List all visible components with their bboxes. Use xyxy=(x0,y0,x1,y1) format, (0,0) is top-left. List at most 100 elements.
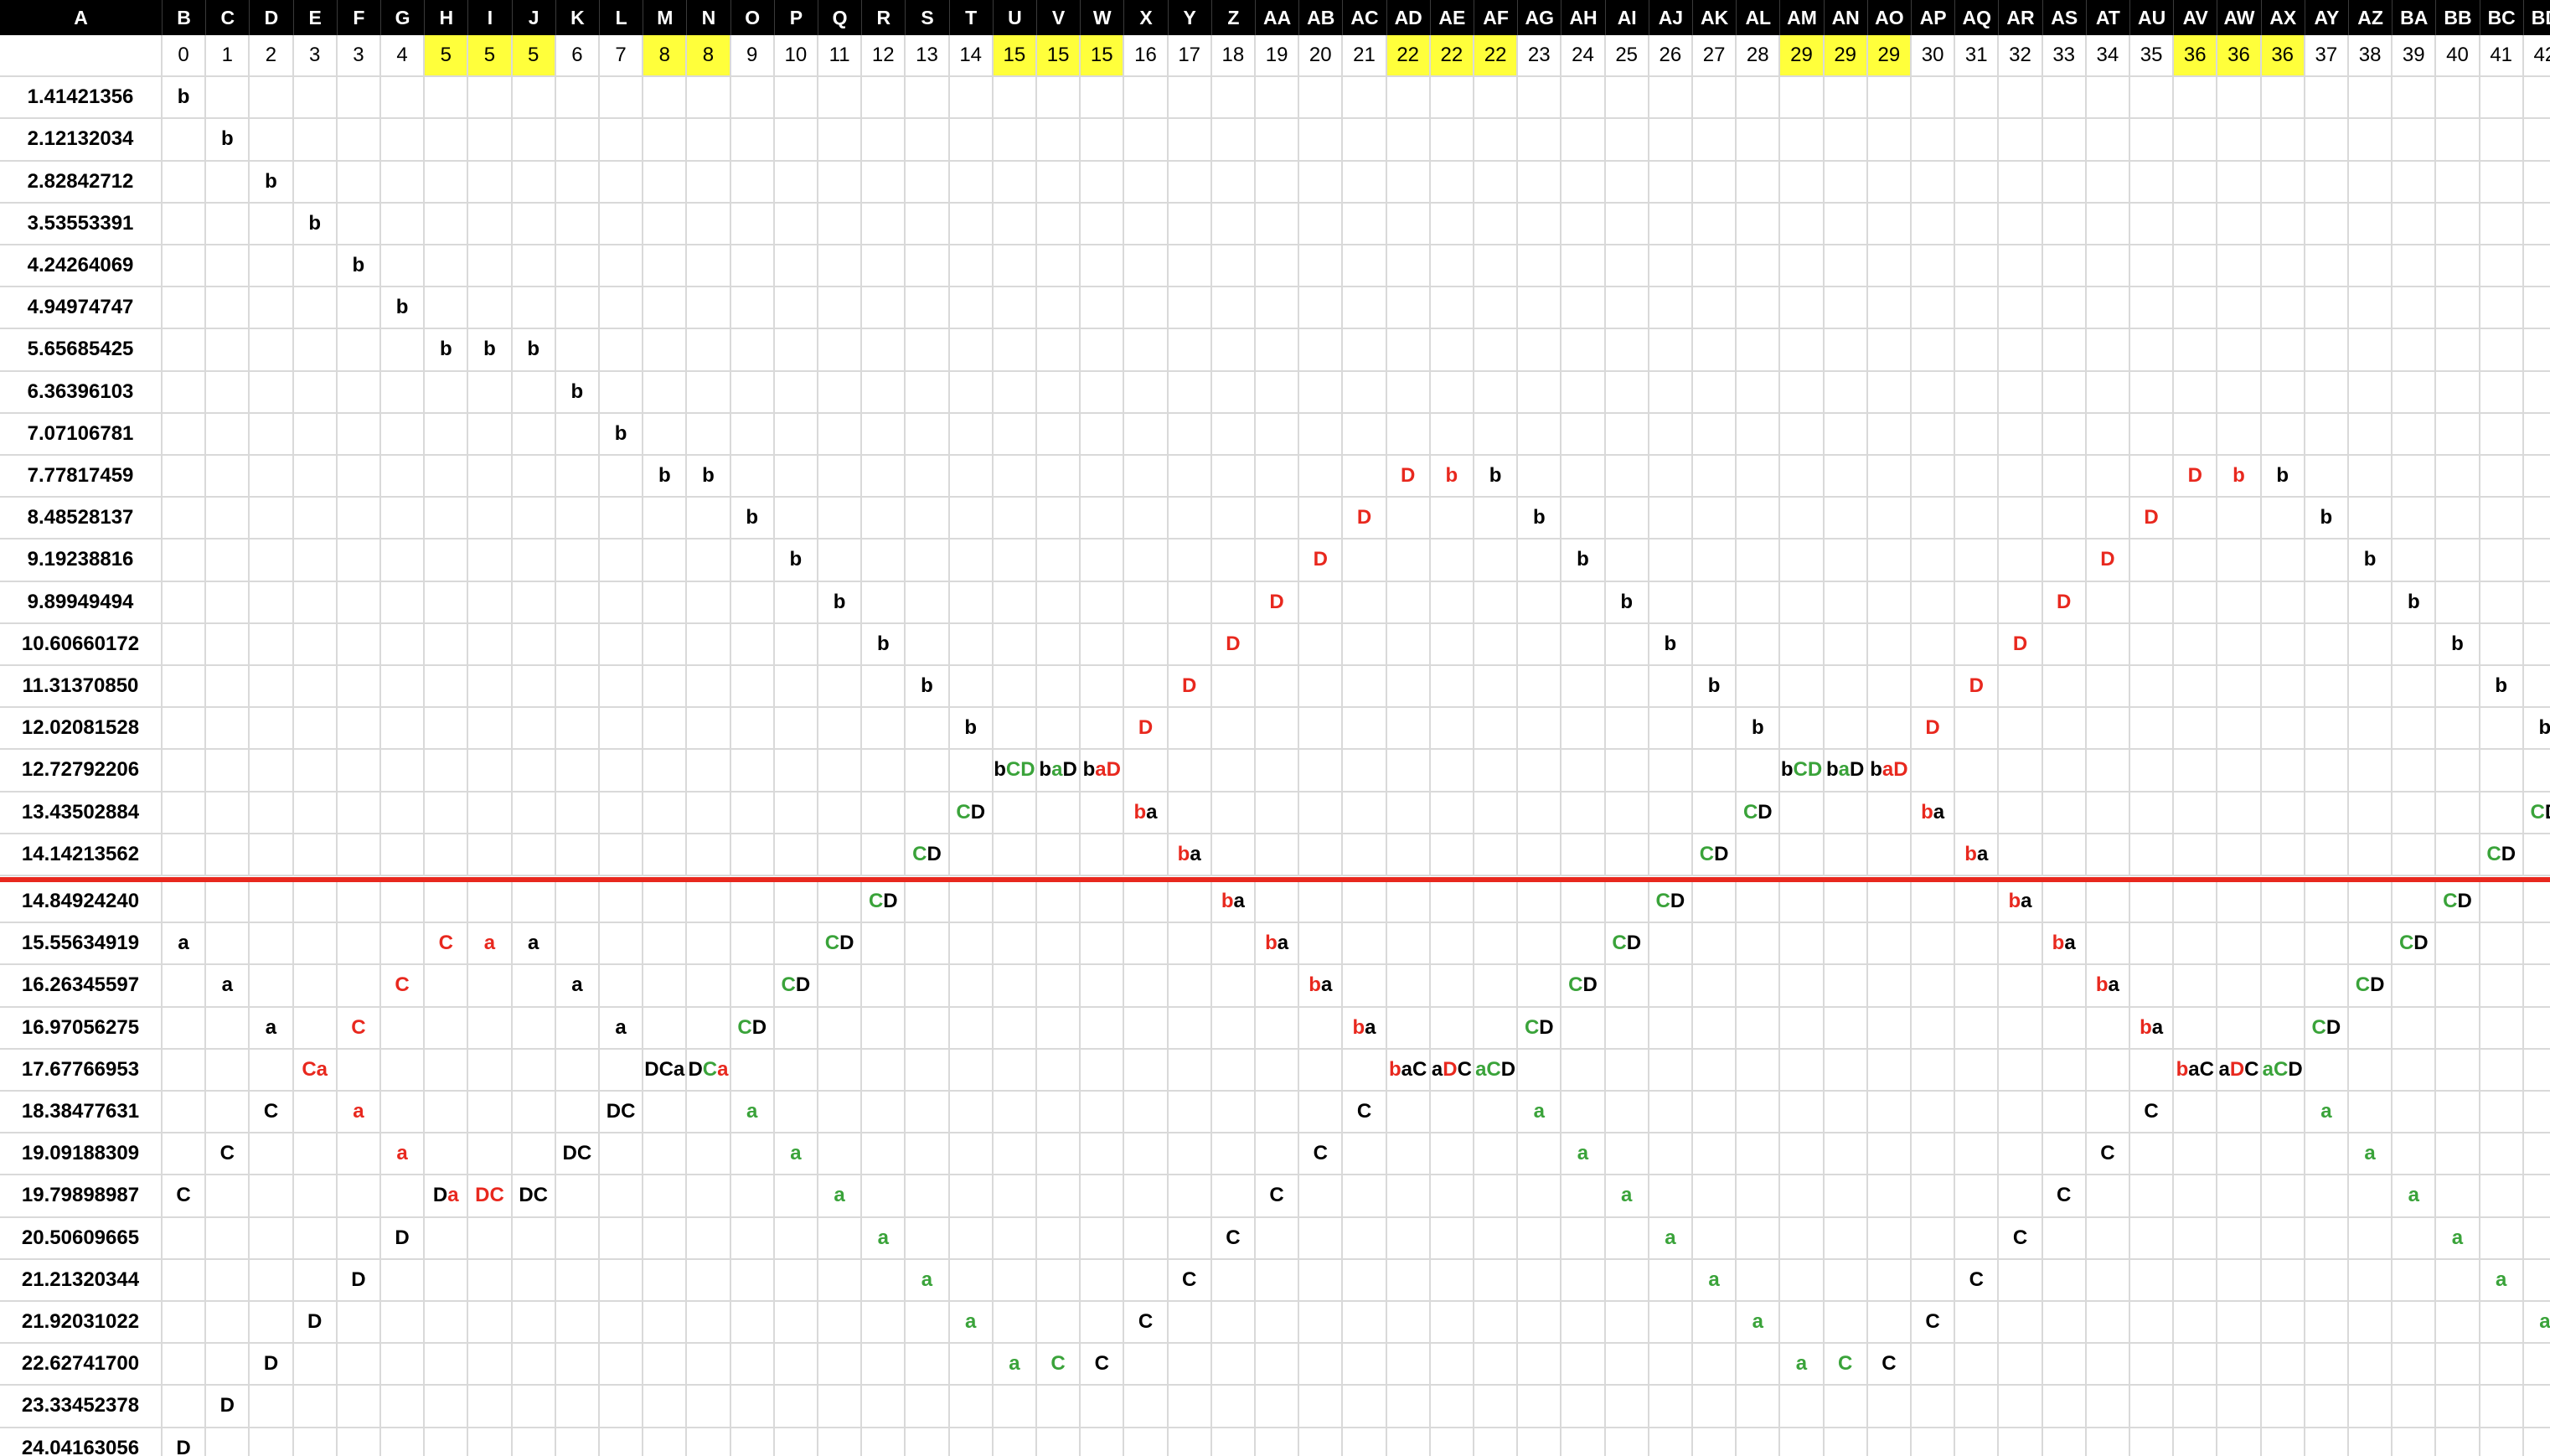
grid-cell[interactable] xyxy=(2305,923,2349,966)
grid-cell[interactable] xyxy=(1386,1302,1431,1345)
grid-cell[interactable] xyxy=(1474,923,1519,966)
row-label-cell[interactable]: 4.94974747 xyxy=(0,287,163,330)
grid-cell[interactable] xyxy=(2436,540,2480,582)
grid-cell[interactable] xyxy=(906,750,950,793)
grid-cell[interactable] xyxy=(1518,1049,1562,1092)
grid-cell[interactable]: ba xyxy=(1211,881,1256,924)
grid-cell[interactable] xyxy=(1518,1428,1562,1456)
grid-cell[interactable] xyxy=(1737,498,1781,540)
grid-cell[interactable] xyxy=(2261,1175,2305,1218)
grid-cell[interactable] xyxy=(1169,1428,1212,1456)
grid-cell[interactable] xyxy=(1211,1344,1256,1386)
grid-cell[interactable] xyxy=(1299,1428,1344,1456)
grid-cell[interactable] xyxy=(818,287,863,330)
grid-cell[interactable] xyxy=(1168,203,1212,245)
index-cell-e[interactable]: 3 xyxy=(293,35,338,78)
grid-cell[interactable] xyxy=(1737,1217,1781,1260)
grid-cell[interactable] xyxy=(1824,1217,1868,1260)
grid-cell[interactable] xyxy=(993,1175,1037,1218)
grid-cell[interactable]: aDC xyxy=(2217,1049,2262,1092)
grid-cell[interactable] xyxy=(1430,923,1474,966)
grid-cell[interactable] xyxy=(1081,1386,1125,1428)
grid-cell[interactable]: CD xyxy=(2305,1007,2349,1050)
column-header-o[interactable]: O xyxy=(730,0,775,35)
grid-cell[interactable]: C xyxy=(206,1133,250,1176)
index-cell-a[interactable] xyxy=(0,35,163,78)
grid-cell[interactable]: C xyxy=(1124,1302,1169,1345)
grid-cell[interactable] xyxy=(1386,498,1431,540)
grid-cell[interactable] xyxy=(1256,666,1300,709)
grid-cell[interactable] xyxy=(1430,287,1474,330)
grid-cell[interactable] xyxy=(1256,834,1300,876)
grid-cell[interactable]: ba xyxy=(1912,792,1956,834)
grid-cell[interactable] xyxy=(555,881,600,924)
grid-cell[interactable] xyxy=(993,1217,1037,1260)
grid-cell[interactable]: CD xyxy=(1649,881,1693,924)
grid-cell[interactable] xyxy=(1999,1259,2043,1302)
grid-cell[interactable] xyxy=(643,881,688,924)
grid-cell[interactable] xyxy=(1256,965,1300,1008)
grid-cell[interactable] xyxy=(600,581,644,624)
grid-cell[interactable] xyxy=(600,1428,644,1456)
grid-cell[interactable] xyxy=(2393,1007,2437,1050)
grid-cell[interactable] xyxy=(1824,834,1868,876)
grid-cell[interactable]: b xyxy=(1430,456,1474,498)
grid-cell[interactable] xyxy=(774,750,818,793)
grid-cell[interactable] xyxy=(994,1428,1037,1456)
grid-cell[interactable] xyxy=(2393,750,2437,793)
grid-cell[interactable] xyxy=(1605,708,1649,751)
grid-cell[interactable] xyxy=(643,1259,688,1302)
grid-cell[interactable] xyxy=(862,371,906,414)
grid-cell[interactable] xyxy=(1124,245,1169,288)
grid-cell[interactable] xyxy=(1081,77,1125,120)
grid-cell[interactable] xyxy=(1649,581,1693,624)
grid-cell[interactable] xyxy=(555,1344,600,1386)
grid-cell[interactable] xyxy=(1999,923,2043,966)
grid-cell[interactable] xyxy=(1256,1344,1300,1386)
grid-cell[interactable]: C xyxy=(1824,1344,1868,1386)
grid-cell[interactable] xyxy=(1168,1049,1212,1092)
grid-cell[interactable] xyxy=(1999,1344,2043,1386)
grid-cell[interactable] xyxy=(1605,1133,1649,1176)
grid-cell[interactable] xyxy=(600,1302,644,1345)
index-cell-ba[interactable]: 39 xyxy=(2393,35,2437,78)
grid-cell[interactable] xyxy=(468,161,513,204)
grid-cell[interactable] xyxy=(1867,581,1912,624)
grid-cell[interactable] xyxy=(1605,1217,1649,1260)
grid-cell[interactable] xyxy=(730,581,775,624)
grid-cell[interactable] xyxy=(2480,1217,2524,1260)
grid-cell[interactable] xyxy=(381,161,426,204)
grid-cell[interactable] xyxy=(1605,1007,1649,1050)
grid-cell[interactable] xyxy=(1474,161,1519,204)
grid-cell[interactable] xyxy=(862,708,906,751)
grid-cell[interactable] xyxy=(2480,923,2524,966)
grid-cell[interactable] xyxy=(1912,623,1956,666)
grid-cell[interactable] xyxy=(381,666,426,709)
grid-cell[interactable] xyxy=(2217,923,2262,966)
grid-cell[interactable] xyxy=(1693,581,1737,624)
grid-cell[interactable] xyxy=(2523,1133,2550,1176)
grid-cell[interactable] xyxy=(425,750,469,793)
grid-cell[interactable] xyxy=(1518,203,1562,245)
grid-cell[interactable]: ba xyxy=(1999,881,2043,924)
row-label-cell[interactable]: 23.33452378 xyxy=(0,1386,163,1428)
column-header-h[interactable]: H xyxy=(425,0,469,35)
grid-cell[interactable] xyxy=(555,456,600,498)
grid-cell[interactable] xyxy=(293,77,338,120)
grid-cell[interactable] xyxy=(906,1133,950,1176)
grid-cell[interactable] xyxy=(2042,1344,2087,1386)
grid-cell[interactable] xyxy=(1168,923,1212,966)
grid-cell[interactable] xyxy=(2523,750,2550,793)
grid-cell[interactable] xyxy=(1649,119,1693,162)
grid-cell[interactable] xyxy=(1518,708,1562,751)
grid-cell[interactable] xyxy=(425,965,469,1008)
grid-cell[interactable] xyxy=(337,1386,381,1428)
grid-cell[interactable] xyxy=(1605,498,1649,540)
grid-cell[interactable] xyxy=(1430,666,1474,709)
grid-cell[interactable] xyxy=(600,1217,644,1260)
grid-cell[interactable] xyxy=(1211,1007,1256,1050)
grid-cell[interactable] xyxy=(1211,287,1256,330)
grid-cell[interactable] xyxy=(2393,413,2437,456)
grid-cell[interactable] xyxy=(2174,1092,2218,1134)
grid-cell[interactable] xyxy=(512,1302,556,1345)
